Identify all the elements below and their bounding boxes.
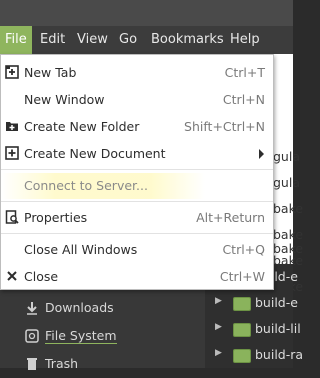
sidebar-item-downloads[interactable]: Downloads — [0, 296, 205, 322]
menu-item-label: Close — [24, 269, 59, 284]
file-menu-dropdown: New Tab Ctrl+T New Window Ctrl+N Create … — [0, 54, 274, 290]
sidebar-item-label: Trash — [45, 356, 79, 371]
menu-item-label: New Tab — [24, 65, 77, 80]
sidebar-item-label: File System — [45, 328, 117, 344]
list-item-name: build-e — [255, 295, 298, 310]
menu-item-create-new-folder[interactable]: Create New Folder Shift+Ctrl+N — [1, 114, 273, 140]
menu-bar: File Edit View Go Bookmarks Help — [0, 26, 293, 54]
list-item-name: build-lil — [255, 321, 301, 336]
sidebar: Downloads File System Trash — [0, 290, 205, 371]
shortcut-label: Shift+Ctrl+N — [184, 119, 265, 134]
menu-item-label: Create New Document — [24, 146, 166, 161]
menu-separator — [1, 169, 273, 170]
new-tab-icon — [5, 65, 19, 79]
shortcut-label: Alt+Return — [196, 210, 265, 225]
menu-item-connect-to-server[interactable]: Connect to Server... — [1, 173, 273, 199]
menu-item-new-tab[interactable]: New Tab Ctrl+T — [1, 60, 273, 86]
list-item[interactable]: ▶ build-lil — [205, 316, 301, 342]
list-item-name: gula — [273, 175, 300, 190]
menu-item-properties[interactable]: Properties Alt+Return — [1, 205, 273, 231]
sidebar-item-trash[interactable]: Trash — [0, 352, 205, 378]
menu-item-create-new-document[interactable]: Create New Document — [1, 141, 273, 167]
menu-item-close-all-windows[interactable]: Close All Windows Ctrl+Q — [1, 237, 273, 263]
shortcut-label: Ctrl+W — [219, 269, 265, 284]
shortcut-label: Ctrl+N — [222, 92, 265, 107]
close-icon — [5, 269, 19, 283]
folder-icon — [233, 297, 251, 311]
list-item[interactable]: ▶ build-e — [205, 290, 298, 316]
new-folder-icon — [5, 119, 19, 133]
menu-view[interactable]: View — [72, 26, 113, 54]
properties-icon — [5, 210, 19, 224]
menu-item-new-window[interactable]: New Window Ctrl+N — [1, 87, 273, 113]
menu-item-label: Create New Folder — [24, 119, 140, 134]
new-document-icon — [5, 146, 19, 160]
folder-icon — [233, 323, 251, 337]
submenu-arrow-icon — [259, 149, 264, 159]
menu-item-close[interactable]: Close Ctrl+W — [1, 264, 273, 290]
list-item-name: bake — [273, 241, 304, 256]
list-item-name: bake — [273, 201, 304, 216]
sidebar-item-file-system[interactable]: File System — [0, 324, 205, 350]
menu-bookmarks[interactable]: Bookmarks — [146, 26, 229, 54]
menu-help[interactable]: Help — [225, 26, 265, 54]
shortcut-label: Ctrl+T — [224, 65, 265, 80]
expand-arrow-icon[interactable]: ▶ — [215, 322, 222, 332]
folder-icon — [233, 349, 251, 363]
menu-separator — [1, 201, 273, 202]
menu-item-label: Properties — [24, 210, 88, 225]
menu-item-label: Close All Windows — [24, 242, 138, 257]
menu-go[interactable]: Go — [114, 26, 142, 54]
trash-icon — [24, 357, 40, 373]
sidebar-item-label: Downloads — [45, 300, 114, 315]
download-icon — [24, 301, 40, 317]
shortcut-label: Ctrl+Q — [222, 242, 265, 257]
menu-item-label: Connect to Server... — [24, 178, 148, 193]
menu-file[interactable]: File — [0, 26, 32, 54]
expand-arrow-icon[interactable]: ▶ — [215, 348, 222, 358]
menu-edit[interactable]: Edit — [35, 26, 70, 54]
drive-icon — [24, 329, 40, 345]
expand-arrow-icon[interactable]: ▶ — [215, 296, 222, 306]
window-title-strip — [0, 0, 293, 26]
list-item-name: build-ra — [255, 347, 304, 362]
menu-item-label: New Window — [24, 92, 105, 107]
list-item-name: gula — [273, 149, 300, 164]
menu-separator — [1, 233, 273, 234]
list-item[interactable]: ▶ build-ra — [205, 342, 303, 368]
